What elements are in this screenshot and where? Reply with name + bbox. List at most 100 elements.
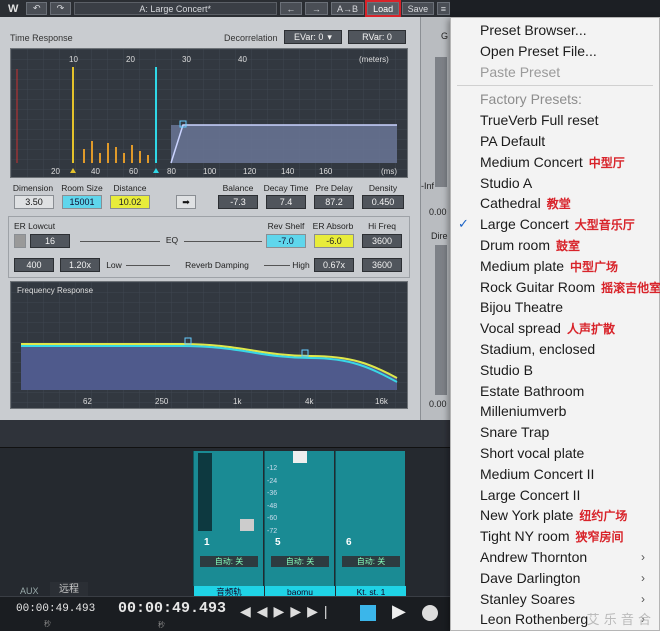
er-absorb-field[interactable]: -6.0 (314, 234, 354, 248)
output-fader-track[interactable] (435, 57, 447, 187)
menu-section-header: Factory Presets: (451, 89, 659, 109)
ab-compare-button[interactable]: A→B (330, 2, 365, 15)
menu-item-label: Bijou Theatre (480, 299, 564, 316)
menu-item-trueverb-full-reset[interactable]: TrueVerb Full reset (451, 110, 659, 130)
undo-button[interactable]: ↶ (26, 2, 48, 15)
menu-item-preset-browser[interactable]: Preset Browser... (451, 20, 659, 40)
menu-item-open-preset-file[interactable]: Open Preset File... (451, 41, 659, 61)
menu-item-milleniumverb[interactable]: Milleniumverb (451, 401, 659, 421)
preset-name-display[interactable]: A: Large Concert* (73, 2, 277, 15)
menu-item-annotation: 教堂 (546, 197, 571, 212)
menu-item-large-concert[interactable]: ✓ Large Concert 大型音乐厅 (451, 214, 659, 234)
fader-handle[interactable] (240, 519, 254, 531)
high-label: High (292, 260, 310, 270)
time-response-graph[interactable]: 10 20 30 40 (meters) 20 40 60 80 100 120… (10, 48, 408, 178)
menu-item-drum-room[interactable]: Drum room 鼓室 (451, 235, 659, 255)
density-field[interactable]: 0.450 (362, 195, 404, 209)
channel-number: 1 (204, 537, 210, 548)
menu-item-annotation: 人声扩散 (566, 322, 615, 337)
checkmark-icon: ✓ (458, 216, 469, 232)
balance-field[interactable]: -7.3 (218, 195, 258, 209)
automation-toggle[interactable]: 自动: 关 (200, 556, 258, 567)
pre-delay-field[interactable]: 87.2 (314, 195, 354, 209)
distance-field[interactable]: 10.02 (110, 195, 150, 209)
menu-item-label: Medium plate (480, 257, 565, 274)
high-damping-ratio-field[interactable]: 0.67x (314, 258, 354, 272)
fast-forward-icon[interactable]: ▶▶ (274, 603, 308, 619)
trueverb-plugin-window: W ↶ ↷ A: Large Concert* ← → A→B Load Sav… (0, 0, 450, 420)
menu-item-label: Medium Concert II (480, 465, 595, 482)
menu-item-new-york-plate[interactable]: New York plate 纽约广场 (451, 505, 659, 525)
menu-item-stadium-enclosed[interactable]: Stadium, enclosed (451, 339, 659, 359)
transport-controls: ◀◀▶▶▶| (240, 603, 334, 620)
save-button[interactable]: Save (402, 2, 434, 15)
direct-fader-track[interactable] (435, 245, 447, 395)
stop-button[interactable] (360, 605, 376, 621)
record-button[interactable] (422, 605, 438, 621)
frequency-response-graph[interactable]: Frequency Response 62 250 1k 4k 16k (10, 281, 408, 409)
top-tick-20: 20 (126, 55, 135, 64)
channel-strip-5[interactable]: -12 -24 -36 -48 -60 -72 5 自动: 关 baomu (264, 451, 335, 598)
menu-item-vocal-spread[interactable]: Vocal spread 人声扩散 (451, 318, 659, 338)
load-button[interactable]: Load (365, 0, 402, 17)
menu-item-paste-preset: Paste Preset (451, 62, 659, 82)
menu-item-studio-b[interactable]: Studio B (451, 360, 659, 380)
evar-dropdown[interactable]: EVar: 0 ▾ (284, 30, 342, 44)
menu-item-stanley-soares[interactable]: Stanley Soares › (451, 589, 659, 609)
reverb-damping-label: Reverb Damping (185, 260, 249, 270)
high-damping-freq-field[interactable]: 3600 (362, 258, 402, 272)
low-damping-ratio-field[interactable]: 1.20x (60, 258, 100, 272)
menu-item-cathedral[interactable]: Cathedral 教堂 (451, 193, 659, 213)
low-damping-freq-field[interactable]: 400 (14, 258, 54, 272)
bottom-tick-100: 100 (203, 167, 217, 176)
fader-handle[interactable] (293, 451, 307, 463)
ms-unit-label: (ms) (381, 167, 397, 176)
menu-item-andrew-thornton[interactable]: Andrew Thornton › (451, 547, 659, 567)
menu-item-medium-concert-ii[interactable]: Medium Concert II (451, 464, 659, 484)
automation-toggle[interactable]: 自动: 关 (271, 556, 329, 567)
rewind-icon[interactable]: ◀◀ (240, 603, 274, 619)
rev-shelf-field[interactable]: -7.0 (266, 234, 306, 248)
link-arrow-button[interactable]: ➡ (176, 195, 196, 209)
aux-label[interactable]: AUX (20, 586, 39, 596)
rvar-field[interactable]: RVar: 0 (348, 30, 406, 44)
time-response-title: Time Response (10, 33, 73, 43)
time-unit-small: 秒 (44, 621, 51, 629)
previous-preset-button[interactable]: ← (279, 2, 303, 15)
menu-item-medium-concert[interactable]: Medium Concert 中型厅 (451, 152, 659, 172)
hi-freq-field[interactable]: 3600 (362, 234, 402, 248)
dimension-field[interactable]: 3.50 (14, 195, 54, 209)
menu-item-annotation: 中型广场 (570, 259, 619, 274)
menu-item-rock-guitar-room[interactable]: Rock Guitar Room 摇滚吉他室 (451, 277, 660, 297)
menu-item-label: Stadium, enclosed (480, 341, 596, 357)
menu-item-pa-default[interactable]: PA Default (451, 131, 659, 151)
menu-item-short-vocal-plate[interactable]: Short vocal plate (451, 443, 659, 463)
menu-icon[interactable]: ≡ (436, 2, 450, 15)
menu-item-label: Large Concert (480, 216, 569, 233)
chevron-right-icon: › (641, 550, 645, 564)
menu-item-bijou-theatre[interactable]: Bijou Theatre (451, 297, 659, 317)
menu-item-tight-ny-room[interactable]: Tight NY room 狭窄房间 (451, 526, 659, 546)
redo-button[interactable]: ↷ (50, 2, 71, 15)
go-to-end-icon[interactable]: ▶| (307, 603, 333, 619)
er-lowcut-field[interactable]: 16 (30, 234, 70, 248)
room-size-field[interactable]: 15001 (62, 195, 102, 209)
chevron-right-icon: › (641, 570, 645, 585)
menu-item-snare-trap[interactable]: Snare Trap (451, 422, 659, 442)
menu-item-annotation: 中型厅 (588, 155, 625, 170)
next-preset-button[interactable]: → (305, 2, 328, 15)
menu-item-studio-a[interactable]: Studio A (451, 173, 659, 193)
channel-strip-6[interactable]: 6 自动: 关 Kt. st. 1 (335, 451, 406, 598)
meter-scale: -12 -24 -36 -48 -60 -72 (267, 465, 278, 535)
menu-item-label: Tight NY room (480, 528, 570, 545)
menu-item-large-concert-ii[interactable]: Large Concert II (451, 485, 659, 505)
er-lowcut-toggle[interactable] (14, 234, 26, 248)
channel-strip-1[interactable]: 1 自动: 关 音频轨 (193, 451, 264, 598)
automation-toggle[interactable]: 自动: 关 (342, 556, 400, 567)
decay-time-field[interactable]: 7.4 (266, 195, 306, 209)
play-button[interactable]: ▶ (392, 601, 406, 622)
menu-item-medium-plate[interactable]: Medium plate 中型广场 (451, 256, 659, 276)
menu-item-estate-bathroom[interactable]: Estate Bathroom (451, 381, 659, 401)
menu-item-label: Drum room (480, 237, 551, 253)
menu-item-dave-darlington[interactable]: Dave Darlington › (451, 568, 659, 588)
